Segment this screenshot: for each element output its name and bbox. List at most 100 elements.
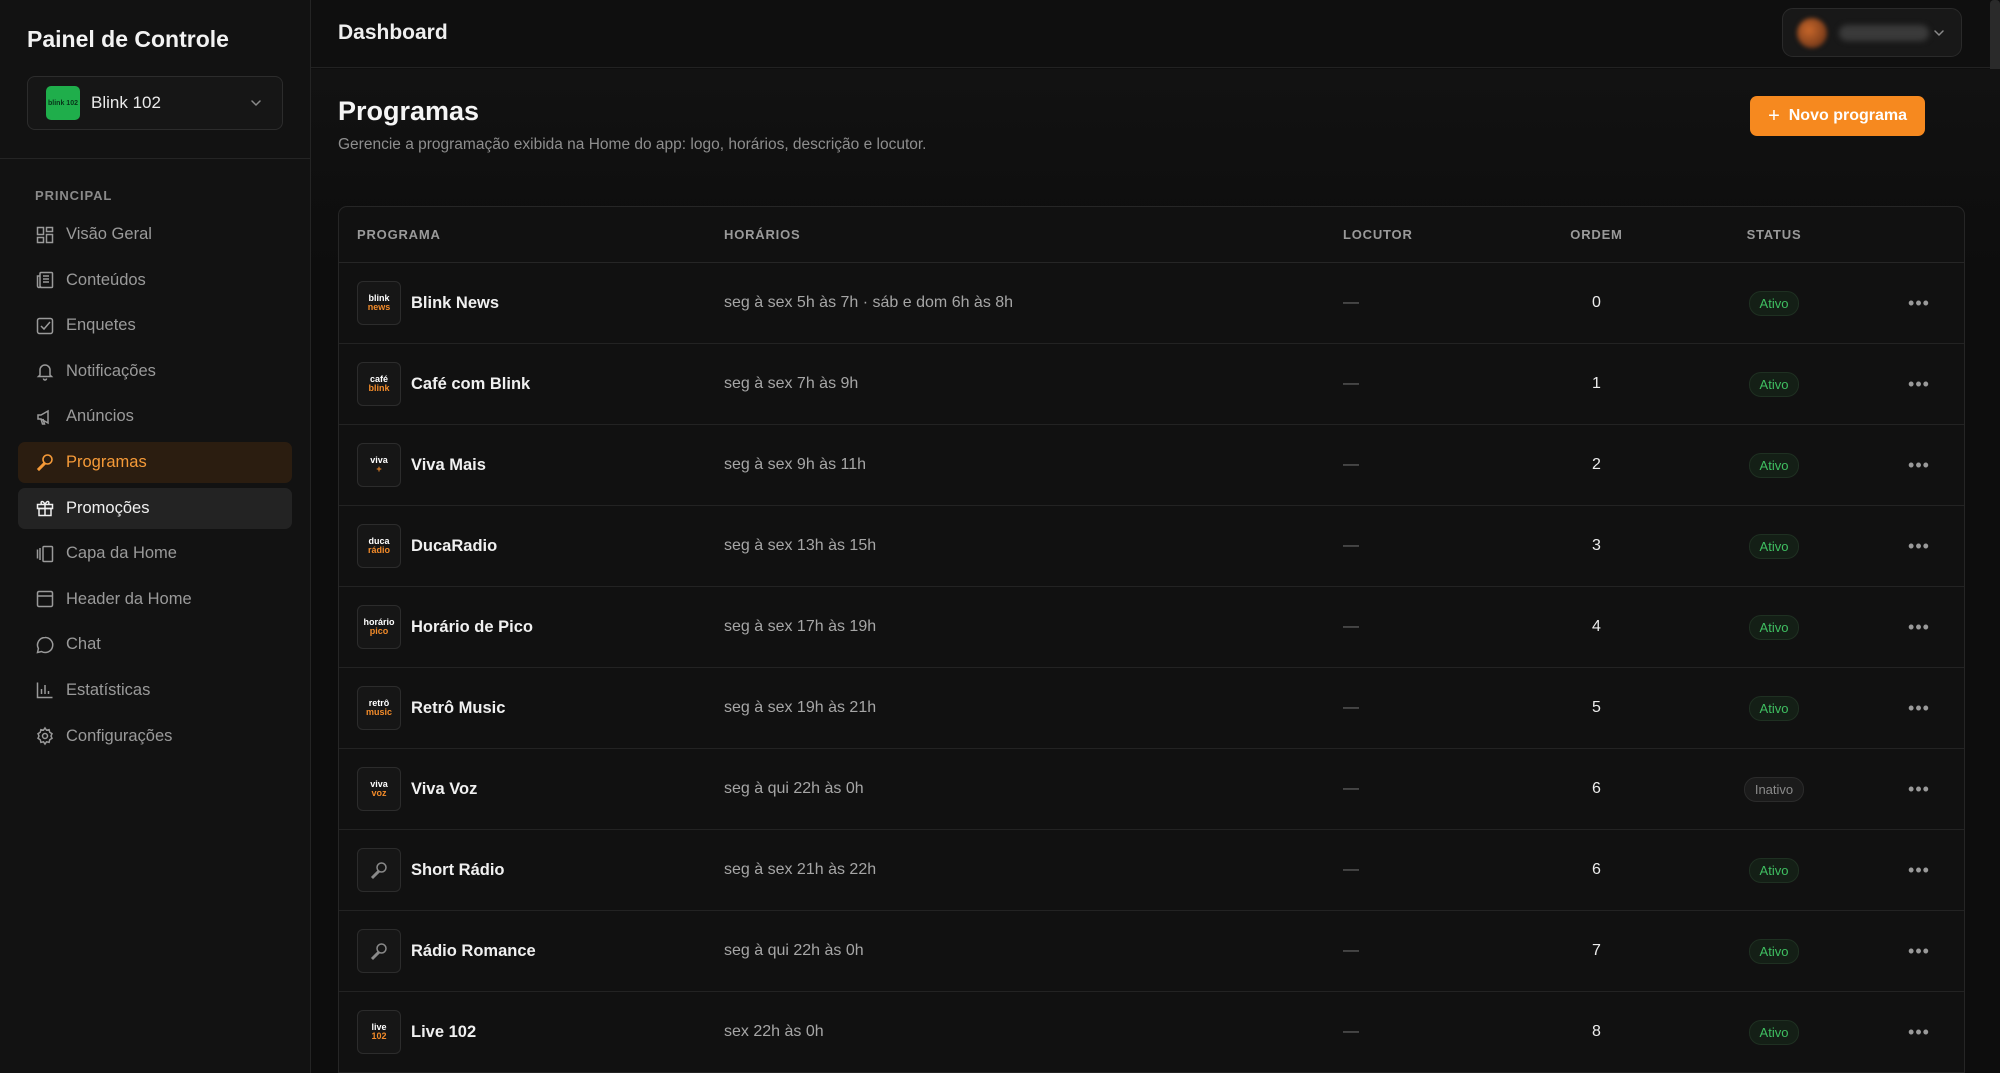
checkbox-icon xyxy=(36,317,54,334)
program-name: DucaRadio xyxy=(411,536,498,555)
logo-line-2: + xyxy=(376,464,382,474)
sidebar-item-label: Configurações xyxy=(66,726,173,745)
status-badge: Ativo xyxy=(1748,1019,1800,1045)
cell-status: Ativo xyxy=(1674,1019,1874,1045)
cell-actions: ••• xyxy=(1874,860,1964,881)
program-order: 4 xyxy=(1592,618,1601,635)
cell-ordem: 6 xyxy=(1519,861,1674,879)
cell-locutor: — xyxy=(1343,618,1519,636)
table-header: PROGRAMA HORÁRIOS LOCUTOR ORDEM STATUS xyxy=(339,207,1964,263)
more-options-icon[interactable]: ••• xyxy=(1908,455,1930,475)
cell-horarios: seg à sex 21h às 22h xyxy=(724,861,1343,879)
more-options-icon[interactable]: ••• xyxy=(1908,860,1930,880)
program-host: — xyxy=(1343,618,1359,635)
table-row[interactable]: blink news Blink News seg à sex 5h às 7h … xyxy=(339,263,1964,344)
grid-icon xyxy=(36,226,54,243)
program-name: Rádio Romance xyxy=(411,941,536,960)
program-host: — xyxy=(1343,861,1359,878)
more-options-icon[interactable]: ••• xyxy=(1908,698,1930,718)
cell-ordem: 6 xyxy=(1519,780,1674,798)
program-name: Blink News xyxy=(411,293,500,312)
cell-locutor: — xyxy=(1343,1023,1519,1041)
cell-status: Ativo xyxy=(1674,695,1874,721)
more-options-icon[interactable]: ••• xyxy=(1908,374,1930,394)
program-host: — xyxy=(1343,942,1359,959)
program-host: — xyxy=(1343,780,1359,797)
table-row[interactable]: duca rádio DucaRadio seg à sex 13h às 15h… xyxy=(339,506,1964,587)
more-options-icon[interactable]: ••• xyxy=(1908,941,1930,961)
gear-icon xyxy=(37,726,53,746)
cell-horarios: seg à sex 9h às 11h xyxy=(724,456,1343,474)
sidebar-item-label: Chat xyxy=(66,635,101,654)
program-name: Viva Voz xyxy=(411,779,478,798)
table-row[interactable]: viva voz Viva Voz seg à qui 22h às 0h — 6… xyxy=(339,749,1964,830)
cell-horarios: seg à sex 19h às 21h xyxy=(724,699,1343,717)
sidebar-item-label: Notificações xyxy=(66,361,156,380)
sidebar-item-chat[interactable]: Chat xyxy=(18,624,292,665)
more-options-icon[interactable]: ••• xyxy=(1908,536,1930,556)
sidebar-item-configuracoes[interactable]: Configurações xyxy=(18,716,292,757)
program-logo: blink news xyxy=(357,281,401,325)
user-menu[interactable] xyxy=(1782,8,1962,57)
program-schedule: seg à qui 22h às 0h xyxy=(724,780,864,797)
program-logo: horário pico xyxy=(357,605,401,649)
program-logo-placeholder xyxy=(357,848,401,892)
program-order: 0 xyxy=(1592,294,1601,311)
station-selector[interactable]: blink 102 Blink 102 xyxy=(27,76,283,130)
sidebar-item-label: Estatísticas xyxy=(66,680,151,699)
header-ordem: ORDEM xyxy=(1570,227,1623,242)
cell-actions: ••• xyxy=(1874,374,1964,395)
cell-horarios: seg à sex 17h às 19h xyxy=(724,618,1343,636)
cell-locutor: — xyxy=(1343,294,1519,312)
table-row[interactable]: viva + Viva Mais seg à sex 9h às 11h — 2 … xyxy=(339,425,1964,506)
program-order: 1 xyxy=(1592,375,1601,392)
logo-line-2: voz xyxy=(371,788,387,798)
more-options-icon[interactable]: ••• xyxy=(1908,779,1930,799)
sidebar-item-estatisticas[interactable]: Estatísticas xyxy=(18,670,292,711)
header-locutor: LOCUTOR xyxy=(1343,227,1413,242)
cell-status: Ativo xyxy=(1674,614,1874,640)
cell-programa: viva + Viva Mais xyxy=(339,443,724,487)
sidebar-item-capa-da-home[interactable]: Capa da Home xyxy=(18,533,292,574)
cell-actions: ••• xyxy=(1874,455,1964,476)
cell-horarios: seg à qui 22h às 0h xyxy=(724,780,1343,798)
table-row[interactable]: live 102 Live 102 sex 22h às 0h — 8 Ativo… xyxy=(339,992,1964,1073)
cell-horarios: seg à sex 13h às 15h xyxy=(724,537,1343,555)
program-schedule: seg à sex 7h às 9h xyxy=(724,375,859,392)
program-schedule: seg à sex 19h às 21h xyxy=(724,699,877,716)
status-badge: Ativo xyxy=(1748,533,1800,559)
logo-line-2: pico xyxy=(369,626,389,636)
logo-line-2: blink xyxy=(368,383,390,393)
table-row[interactable]: café blink Café com Blink seg à sex 7h às… xyxy=(339,344,1964,425)
cell-horarios: seg à sex 5h às 7h · sáb e dom 6h às 8h xyxy=(724,294,1343,312)
sidebar-item-conteudos[interactable]: Conteúdos xyxy=(18,260,292,301)
sidebar-item-header-da-home[interactable]: Header da Home xyxy=(18,579,292,620)
cell-locutor: — xyxy=(1343,699,1519,717)
microphone-icon xyxy=(36,454,53,472)
sidebar-item-promocoes[interactable]: Promoções xyxy=(18,487,292,529)
cell-programa: duca rádio DucaRadio xyxy=(339,524,724,568)
avatar xyxy=(1797,17,1827,48)
program-order: 5 xyxy=(1592,699,1601,716)
program-logo: live 102 xyxy=(357,1010,401,1054)
sidebar-item-notificacoes[interactable]: Notificações xyxy=(18,351,292,392)
sidebar-item-enquetes[interactable]: Enquetes xyxy=(18,305,292,346)
cell-programa: Short Rádio xyxy=(339,848,724,892)
new-program-button[interactable]: + Novo programa xyxy=(1750,96,1925,136)
table-row[interactable]: retrô music Retrô Music seg à sex 19h às … xyxy=(339,668,1964,749)
status-badge: Ativo xyxy=(1748,290,1800,316)
table-row[interactable]: horário pico Horário de Pico seg à sex 17… xyxy=(339,587,1964,668)
sidebar-item-anuncios[interactable]: Anúncios xyxy=(18,396,292,437)
more-options-icon[interactable]: ••• xyxy=(1908,293,1930,313)
table-row[interactable]: Short Rádio seg à sex 21h às 22h — 6 Ati… xyxy=(339,830,1964,911)
more-options-icon[interactable]: ••• xyxy=(1908,1022,1930,1042)
program-order: 6 xyxy=(1592,780,1601,797)
station-logo-text: blink 102 xyxy=(48,99,78,107)
sidebar-item-visao-geral[interactable]: Visão Geral xyxy=(18,214,292,255)
table-row[interactable]: Rádio Romance seg à qui 22h às 0h — 7 At… xyxy=(339,911,1964,992)
status-badge: Ativo xyxy=(1748,452,1800,478)
cell-locutor: — xyxy=(1343,780,1519,798)
sidebar-item-programas[interactable]: Programas xyxy=(18,441,292,483)
more-options-icon[interactable]: ••• xyxy=(1908,617,1930,637)
microphone-icon xyxy=(370,943,387,961)
